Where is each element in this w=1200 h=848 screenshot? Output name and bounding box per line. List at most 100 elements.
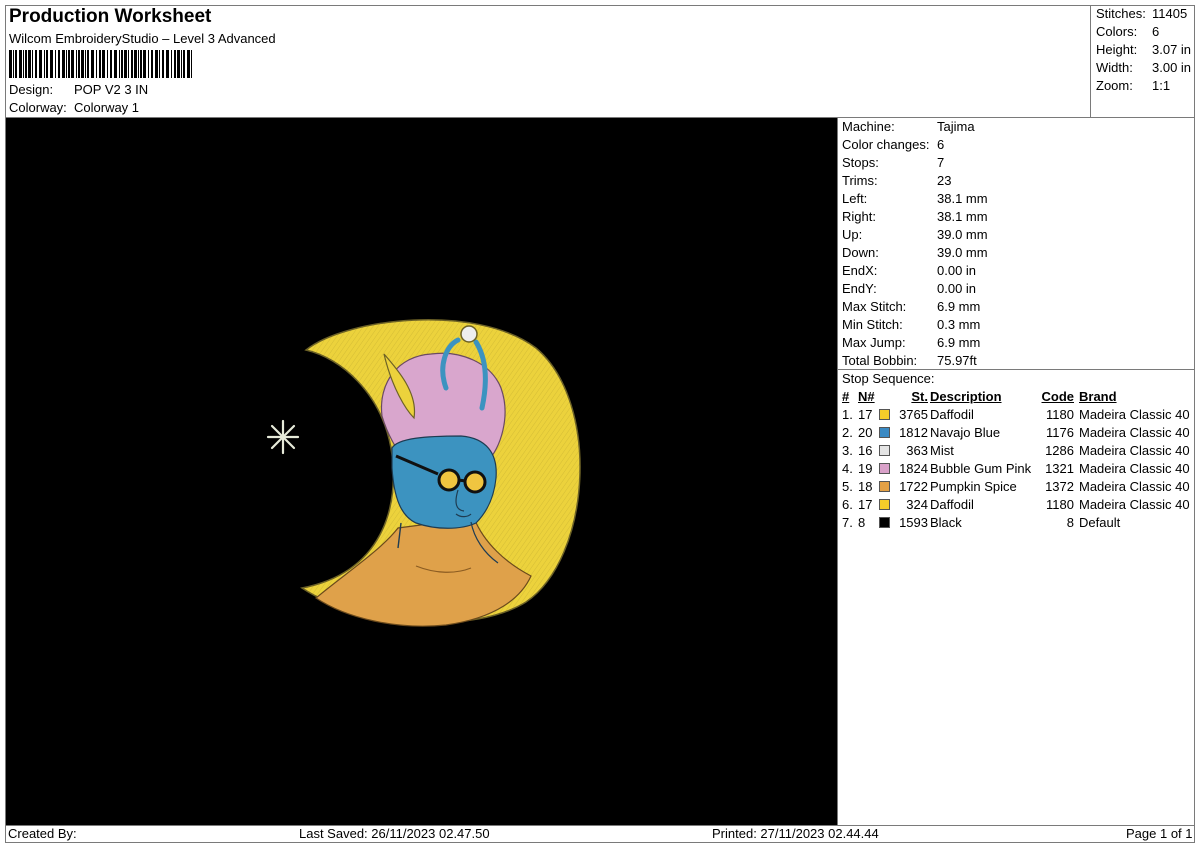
machine-info-row: Min Stitch: 0.3 mm bbox=[842, 316, 980, 334]
color-swatch bbox=[879, 517, 890, 528]
info-value: 0.00 in bbox=[937, 263, 977, 278]
stat-label: Height: bbox=[1096, 42, 1138, 57]
stop-stitches: 324 bbox=[906, 497, 928, 512]
design-label: Design: bbox=[9, 82, 54, 97]
color-swatch bbox=[879, 499, 890, 510]
machine-info-row: Left: 38.1 mm bbox=[842, 190, 988, 208]
machine-info-row: Stops: 7 bbox=[842, 154, 944, 172]
stop-idx: 6. bbox=[842, 497, 853, 512]
info-label: Max Stitch: bbox=[842, 299, 907, 314]
stop-code: 8 bbox=[1066, 515, 1074, 530]
stop-brand: Default bbox=[1079, 515, 1121, 530]
col-header-idx: # bbox=[842, 389, 850, 404]
col-header-code: Code bbox=[1041, 389, 1075, 404]
info-value: 38.1 mm bbox=[937, 209, 988, 224]
stop-stitches: 1824 bbox=[899, 461, 928, 476]
stop-description: Black bbox=[930, 515, 962, 530]
stop-description: Mist bbox=[930, 443, 954, 458]
color-swatch bbox=[879, 463, 890, 474]
info-label: EndX: bbox=[842, 263, 878, 278]
colorway-label: Colorway: bbox=[9, 100, 67, 115]
machine-info-row: Max Jump: 6.9 mm bbox=[842, 334, 980, 352]
color-swatch bbox=[879, 427, 890, 438]
printed-date: Printed: 27/11/2023 02.44.44 bbox=[712, 826, 879, 841]
stat-label: Colors: bbox=[1096, 24, 1138, 39]
stop-needle: 19 bbox=[858, 461, 873, 476]
stop-brand: Madeira Classic 40 bbox=[1079, 461, 1190, 476]
stop-idx: 4. bbox=[842, 461, 853, 476]
info-label: Max Jump: bbox=[842, 335, 906, 350]
stat-label: Stitches: bbox=[1096, 6, 1146, 21]
stop-stitches: 1593 bbox=[899, 515, 928, 530]
stats-box: Stitches: 11405 Colors: 6 Height: 3.07 in W… bbox=[1090, 5, 1195, 118]
stop-brand: Madeira Classic 40 bbox=[1079, 497, 1190, 512]
info-value: 38.1 mm bbox=[937, 191, 988, 206]
stop-stitches: 363 bbox=[906, 443, 928, 458]
stop-needle: 17 bbox=[858, 407, 873, 422]
stop-description: Daffodil bbox=[930, 407, 974, 422]
stop-needle: 20 bbox=[858, 425, 873, 440]
machine-info-row: EndY: 0.00 in bbox=[842, 280, 976, 298]
col-header-brand: Brand bbox=[1079, 389, 1117, 404]
star-icon bbox=[266, 419, 300, 455]
stat-stitches: Stitches: 11405 bbox=[1096, 6, 1187, 21]
stop-code: 1176 bbox=[1046, 425, 1074, 440]
color-swatch bbox=[879, 409, 890, 420]
stop-brand: Madeira Classic 40 bbox=[1079, 407, 1190, 422]
last-saved: Last Saved: 26/11/2023 02.47.50 bbox=[299, 826, 490, 841]
info-label: Trims: bbox=[842, 173, 878, 188]
stop-brand: Madeira Classic 40 bbox=[1079, 479, 1190, 494]
machine-info-row: Right: 38.1 mm bbox=[842, 208, 988, 226]
stop-stitches: 1722 bbox=[899, 479, 928, 494]
colorway-row: Colorway: Colorway 1 bbox=[9, 100, 139, 115]
stop-sequence-title: Stop Sequence: bbox=[842, 371, 935, 386]
col-header-desc: Description bbox=[930, 389, 1002, 404]
stop-description: Navajo Blue bbox=[930, 425, 1001, 440]
info-label: Up: bbox=[842, 227, 863, 242]
info-label: Total Bobbin: bbox=[842, 353, 918, 368]
info-label: Min Stitch: bbox=[842, 317, 903, 332]
stat-width: Width: 3.00 in bbox=[1096, 60, 1191, 75]
stat-label: Width: bbox=[1096, 60, 1133, 75]
stop-idx: 7. bbox=[842, 515, 853, 530]
stat-value: 11405 bbox=[1152, 6, 1188, 21]
stop-idx: 2. bbox=[842, 425, 853, 440]
stat-label: Zoom: bbox=[1096, 78, 1133, 93]
info-value: 6 bbox=[937, 137, 945, 152]
stop-idx: 3. bbox=[842, 443, 853, 458]
stat-value: 6 bbox=[1152, 24, 1160, 39]
stop-code: 1372 bbox=[1045, 479, 1074, 494]
stop-stitches: 3765 bbox=[899, 407, 928, 422]
stop-description: Daffodil bbox=[930, 497, 974, 512]
machine-info-row: Max Stitch: 6.9 mm bbox=[842, 298, 980, 316]
stop-needle: 18 bbox=[858, 479, 873, 494]
stat-zoom: Zoom: 1:1 bbox=[1096, 78, 1170, 93]
footer-divider bbox=[5, 825, 1195, 826]
panel-divider bbox=[837, 117, 838, 825]
info-label: Machine: bbox=[842, 119, 895, 134]
machine-info-row: Color changes: 6 bbox=[842, 136, 944, 154]
info-value: 0.3 mm bbox=[937, 317, 981, 332]
info-label: Color changes: bbox=[842, 137, 930, 152]
color-swatch bbox=[879, 481, 890, 492]
stop-stitches: 1812 bbox=[899, 425, 928, 440]
design-preview-canvas bbox=[6, 118, 837, 825]
info-value: 6.9 mm bbox=[937, 335, 981, 350]
stop-needle: 17 bbox=[858, 497, 873, 512]
info-label: Left: bbox=[842, 191, 868, 206]
stop-idx: 1. bbox=[842, 407, 853, 422]
info-value: 75.97ft bbox=[937, 353, 977, 368]
stat-value: 1:1 bbox=[1152, 78, 1171, 93]
info-label: Stops: bbox=[842, 155, 879, 170]
stop-code: 1180 bbox=[1046, 497, 1074, 512]
design-preview-svg bbox=[266, 319, 581, 627]
stop-description: Bubble Gum Pink bbox=[930, 461, 1032, 476]
stop-code: 1286 bbox=[1045, 443, 1074, 458]
design-value: POP V2 3 IN bbox=[74, 82, 149, 97]
col-header-st: St. bbox=[911, 389, 928, 404]
machine-info-row: Up: 39.0 mm bbox=[842, 226, 988, 244]
stop-needle: 8 bbox=[858, 515, 866, 530]
stop-code: 1180 bbox=[1046, 407, 1074, 422]
colorway-value: Colorway 1 bbox=[74, 100, 140, 115]
info-value: 23 bbox=[937, 173, 952, 188]
